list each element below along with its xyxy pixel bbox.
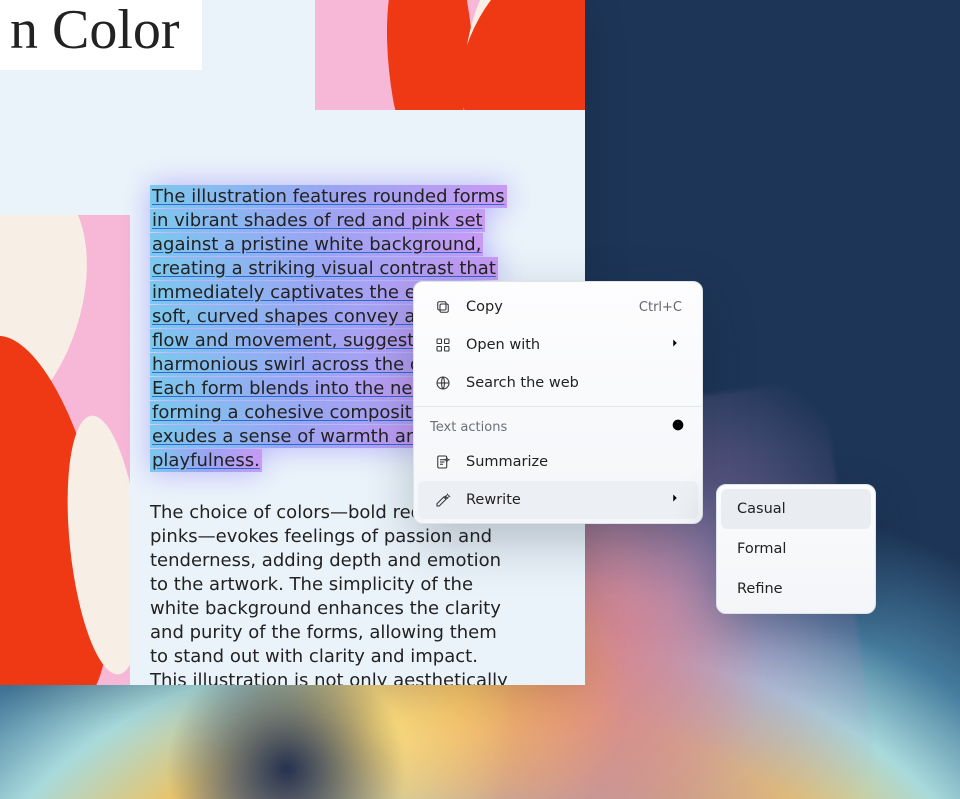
artwork-top-right — [315, 0, 585, 110]
copy-icon — [434, 298, 452, 316]
menu-item-copy[interactable]: Copy Ctrl+C — [418, 288, 698, 326]
info-icon[interactable] — [670, 417, 686, 437]
artwork-left — [0, 215, 130, 685]
submenu-item-refine[interactable]: Refine — [721, 569, 871, 609]
context-menu: Copy Ctrl+C Open with Search the web Tex… — [413, 281, 703, 524]
chevron-right-icon — [668, 491, 682, 509]
menu-item-label: Summarize — [466, 454, 682, 470]
menu-item-label: Open with — [466, 337, 654, 353]
menu-item-summarize[interactable]: Summarize — [418, 443, 698, 481]
menu-item-rewrite[interactable]: Rewrite — [418, 481, 698, 519]
submenu-item-casual[interactable]: Casual — [721, 489, 871, 529]
document-title: n Color — [0, 0, 202, 70]
menu-shortcut: Ctrl+C — [639, 300, 682, 315]
menu-item-open-with[interactable]: Open with — [418, 326, 698, 364]
menu-item-label: Rewrite — [466, 492, 654, 508]
open-with-icon — [434, 336, 452, 354]
rewrite-icon — [434, 491, 452, 509]
body-paragraph[interactable]: The choice of colors—bold reds and pinks… — [150, 501, 510, 685]
submenu-item-label: Formal — [737, 541, 786, 557]
menu-section-label: Text actions — [430, 420, 507, 435]
menu-separator — [414, 406, 702, 407]
chevron-right-icon — [668, 336, 682, 354]
submenu-item-label: Casual — [737, 501, 786, 517]
menu-item-label: Search the web — [466, 375, 682, 391]
menu-item-label: Copy — [466, 299, 625, 315]
submenu-item-formal[interactable]: Formal — [721, 529, 871, 569]
submenu-item-label: Refine — [737, 581, 783, 597]
globe-icon — [434, 374, 452, 392]
menu-item-search-web[interactable]: Search the web — [418, 364, 698, 402]
menu-section-text-actions: Text actions — [414, 411, 702, 443]
rewrite-submenu: Casual Formal Refine — [716, 484, 876, 614]
summarize-icon — [434, 453, 452, 471]
